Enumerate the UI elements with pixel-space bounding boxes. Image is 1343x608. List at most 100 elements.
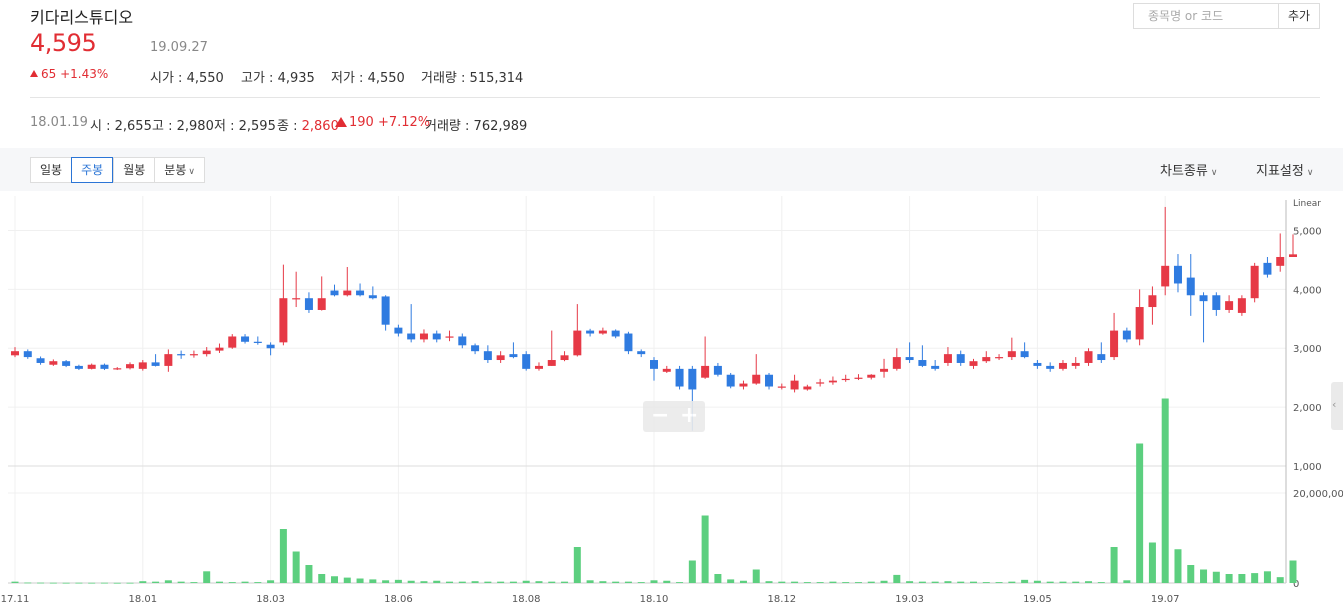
candle — [151, 362, 160, 366]
volume-bar — [37, 582, 45, 584]
volume-bar — [714, 574, 722, 583]
candle — [279, 298, 288, 343]
volume-bar — [356, 578, 364, 583]
candle — [177, 354, 186, 356]
volume-bar — [113, 582, 121, 584]
volume-bar — [1008, 581, 1016, 583]
up-arrow-icon — [30, 70, 38, 77]
candle — [777, 386, 786, 388]
period-tabs: 일봉 주봉 월봉 분봉 ∨ — [30, 157, 205, 183]
candle — [624, 333, 633, 352]
history-open: 시 : 2,655 — [90, 119, 152, 134]
x-tick-label: 19.03 — [895, 594, 924, 605]
candle — [1199, 295, 1208, 302]
volume-bar — [164, 580, 172, 583]
volume-bar — [203, 571, 211, 583]
candle — [49, 361, 58, 365]
volume-bar — [1225, 574, 1233, 583]
quote-date: 19.09.27 — [150, 40, 208, 55]
chart-type-menu[interactable]: 차트종류 ∨ — [1160, 160, 1217, 179]
candle — [701, 365, 710, 378]
tab-weekly[interactable]: 주봉 — [71, 157, 114, 183]
search-input[interactable] — [1134, 4, 1288, 28]
volume-bar — [433, 580, 441, 583]
candle — [650, 360, 658, 369]
candle — [1007, 351, 1016, 358]
candle — [522, 354, 531, 369]
volume-bar — [1136, 443, 1144, 583]
candle — [854, 377, 863, 379]
volume-bar — [75, 582, 83, 584]
volume-bar — [509, 581, 517, 583]
volume-bar — [1263, 571, 1271, 583]
volume-bar — [126, 582, 134, 584]
candle — [202, 350, 211, 355]
candle — [943, 354, 952, 363]
volume-bar — [765, 581, 773, 583]
candle — [1250, 265, 1259, 299]
candle — [509, 354, 518, 358]
candle — [1237, 298, 1246, 313]
tab-monthly[interactable]: 월봉 — [113, 157, 155, 183]
volume-bar — [1123, 580, 1131, 583]
volume-bar — [1033, 580, 1041, 583]
candle — [637, 351, 646, 355]
candle — [445, 336, 454, 338]
candle — [688, 368, 697, 390]
volume-bar — [331, 576, 338, 583]
candle — [304, 298, 313, 310]
candle — [956, 354, 965, 363]
candle — [1071, 362, 1080, 366]
x-tick-label: 18.10 — [640, 594, 669, 605]
volume-bar — [931, 581, 939, 583]
volume-bar — [688, 560, 696, 583]
indicator-settings-menu[interactable]: 지표설정 ∨ — [1256, 160, 1313, 179]
candle — [1263, 262, 1272, 275]
candle — [662, 368, 671, 372]
volume-bar — [305, 565, 313, 583]
x-tick-label: 17.11 — [1, 594, 30, 605]
candle — [113, 368, 122, 370]
volume-bar — [343, 577, 351, 583]
candle — [266, 344, 275, 349]
candle — [381, 296, 390, 325]
volume-bar — [190, 582, 198, 583]
candle — [483, 351, 492, 361]
volume-bar — [279, 529, 287, 583]
candle — [1135, 307, 1144, 340]
tab-daily[interactable]: 일봉 — [30, 157, 72, 183]
volume-bar — [1097, 582, 1105, 583]
candle — [164, 354, 173, 366]
open-price: 시가 : 4,550 — [150, 71, 224, 86]
candle — [394, 327, 403, 334]
volume-bar — [1289, 560, 1297, 583]
volume-bar — [842, 582, 850, 583]
candle — [765, 374, 774, 387]
candle — [11, 351, 19, 356]
candle — [918, 360, 927, 366]
volume-bar — [1174, 549, 1182, 583]
tab-minute[interactable]: 분봉 ∨ — [154, 157, 205, 183]
volume-bar — [739, 580, 747, 583]
side-panel-handle[interactable]: ‹ — [1331, 382, 1343, 430]
volume-bar — [369, 579, 377, 583]
volume-bar — [1161, 398, 1169, 583]
candle — [969, 361, 978, 366]
candle — [62, 361, 71, 366]
zoom-out-button[interactable]: − — [651, 403, 669, 428]
price-tick-label: 5,000 — [1293, 226, 1322, 237]
up-arrow-icon — [335, 117, 347, 127]
chevron-down-icon: ∨ — [1306, 168, 1314, 178]
candle — [547, 360, 556, 366]
chevron-left-icon: ‹ — [1332, 398, 1337, 411]
scale-label: Linear — [1293, 199, 1321, 209]
history-volume: 거래량 : 762,989 — [425, 119, 528, 134]
candle — [841, 378, 850, 381]
price-tick-label: 4,000 — [1293, 285, 1322, 296]
candle — [1225, 301, 1234, 310]
zoom-in-button[interactable]: + — [680, 403, 698, 428]
zoom-control: − + — [643, 401, 705, 432]
candle — [292, 298, 301, 300]
candle — [36, 358, 45, 363]
add-button[interactable]: 추가 — [1278, 3, 1320, 29]
